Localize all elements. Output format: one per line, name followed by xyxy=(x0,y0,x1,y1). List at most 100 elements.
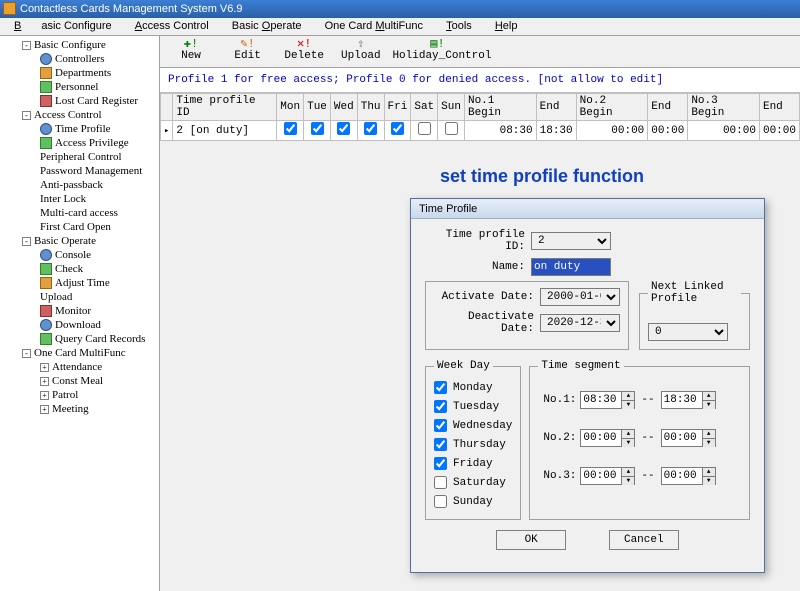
row-marker-icon: ▸ xyxy=(161,121,173,141)
annotation-heading: set time profile function xyxy=(440,166,644,187)
tree-personnel[interactable]: Personnel xyxy=(0,80,159,94)
lab-name: Name: xyxy=(425,261,525,273)
menu-one-card[interactable]: One Card MultiFunc xyxy=(315,18,433,34)
timeseg-group: Time segment No.1: ▲▼ -- ▲▼ No.2: ▲▼ -- … xyxy=(529,360,750,520)
tree-patrol[interactable]: +Patrol xyxy=(0,388,159,402)
app-icon xyxy=(3,2,16,15)
menu-tools[interactable]: Tools xyxy=(436,18,482,34)
grid-ck-wed[interactable] xyxy=(337,122,350,135)
tree-console[interactable]: Console xyxy=(0,248,159,262)
nav-tree: -Basic Configure Controllers Departments… xyxy=(0,36,160,591)
spin-down-icon: ▼ xyxy=(622,401,634,409)
grid-row[interactable]: ▸ 2 [on duty] 08:3018:30 00:0000:00 00:0… xyxy=(161,121,800,141)
cancel-button[interactable]: Cancel xyxy=(609,530,679,550)
lab-seg3: No.3: xyxy=(538,470,576,482)
menu-basic-configure[interactable]: Basic Configure xyxy=(4,18,122,34)
ck-mon[interactable] xyxy=(434,381,447,394)
tree-lost-card[interactable]: Lost Card Register xyxy=(0,94,159,108)
spin-up-icon: ▲ xyxy=(622,392,634,401)
seg1-start-spinner[interactable]: ▲▼ xyxy=(580,391,635,409)
tb-upload[interactable]: ⇪Upload xyxy=(336,38,386,62)
linked-legend: Next Linked Profile xyxy=(648,281,741,305)
window-title: Contactless Cards Management System V6.9 xyxy=(20,3,243,15)
calendar-icon: ▤! xyxy=(392,38,482,50)
lab-deactivate: Deactivate Date: xyxy=(434,311,534,335)
tree-first-card[interactable]: First Card Open xyxy=(0,220,159,234)
seg3-start-spinner[interactable]: ▲▼ xyxy=(580,467,635,485)
profile-grid: Time profile ID MonTue WedThu FriSat Sun… xyxy=(160,93,800,141)
pencil-icon: ✎! xyxy=(223,38,273,50)
plus-icon: ✚! xyxy=(166,38,216,50)
menu-basic-operate[interactable]: Basic Operate xyxy=(222,18,312,34)
tree-upload[interactable]: Upload xyxy=(0,290,159,304)
dates-group: Activate Date: 2000-01-01 Deactivate Dat… xyxy=(425,281,629,350)
time-profile-dialog: Time Profile Time profile ID: 2 Name: Ac… xyxy=(410,198,765,573)
tree-departments[interactable]: Departments xyxy=(0,66,159,80)
tree-basic-configure[interactable]: -Basic Configure xyxy=(0,38,159,52)
weekday-group: Week Day Monday Tuesday Wednesday Thursd… xyxy=(425,360,521,520)
tb-new[interactable]: ✚!New xyxy=(166,38,216,62)
ck-tue[interactable] xyxy=(434,400,447,413)
linked-group: Next Linked Profile 0 xyxy=(639,281,750,350)
seg2-start-spinner[interactable]: ▲▼ xyxy=(580,429,635,447)
tree-inter-lock[interactable]: Inter Lock xyxy=(0,192,159,206)
tree-time-profile[interactable]: Time Profile xyxy=(0,122,159,136)
tb-delete[interactable]: ✕!Delete xyxy=(279,38,329,62)
ok-button[interactable]: OK xyxy=(496,530,566,550)
tb-edit[interactable]: ✎!Edit xyxy=(223,38,273,62)
tree-password-mgmt[interactable]: Password Management xyxy=(0,164,159,178)
x-icon: ✕! xyxy=(279,38,329,50)
grid-header-row: Time profile ID MonTue WedThu FriSat Sun… xyxy=(161,94,800,121)
weekday-legend: Week Day xyxy=(434,360,493,372)
ck-thu[interactable] xyxy=(434,438,447,451)
ck-sun[interactable] xyxy=(434,495,447,508)
tree-access-privilege[interactable]: Access Privilege xyxy=(0,136,159,150)
tree-check[interactable]: Check xyxy=(0,262,159,276)
deactivate-date-select[interactable]: 2020-12-31 xyxy=(540,314,620,332)
menu-bar: Basic Configure Access Control Basic Ope… xyxy=(0,18,800,36)
ck-fri[interactable] xyxy=(434,457,447,470)
dialog-title: Time Profile xyxy=(411,199,764,219)
window-titlebar: Contactless Cards Management System V6.9 xyxy=(0,0,800,18)
tree-download[interactable]: Download xyxy=(0,318,159,332)
grid-ck-mon[interactable] xyxy=(284,122,297,135)
grid-ck-thu[interactable] xyxy=(364,122,377,135)
menu-help[interactable]: Help xyxy=(485,18,528,34)
lab-profile-id: Time profile ID: xyxy=(425,229,525,253)
lab-seg2: No.2: xyxy=(538,432,576,444)
tree-query[interactable]: Query Card Records xyxy=(0,332,159,346)
timeseg-legend: Time segment xyxy=(538,360,623,372)
lab-seg1: No.1: xyxy=(538,394,576,406)
seg2-end-spinner[interactable]: ▲▼ xyxy=(661,429,716,447)
upload-icon: ⇪ xyxy=(336,38,386,50)
tree-one-card[interactable]: -One Card MultiFunc xyxy=(0,346,159,360)
info-note: Profile 1 for free access; Profile 0 for… xyxy=(160,68,800,93)
tree-monitor[interactable]: Monitor xyxy=(0,304,159,318)
linked-select[interactable]: 0 xyxy=(648,323,728,341)
tree-meeting[interactable]: +Meeting xyxy=(0,402,159,416)
tree-adjust-time[interactable]: Adjust Time xyxy=(0,276,159,290)
tree-controllers[interactable]: Controllers xyxy=(0,52,159,66)
tree-basic-operate[interactable]: -Basic Operate xyxy=(0,234,159,248)
tb-holiday[interactable]: ▤!Holiday_Control xyxy=(392,38,482,62)
profile-id-select[interactable]: 2 xyxy=(531,232,611,250)
grid-ck-fri[interactable] xyxy=(391,122,404,135)
seg1-end-spinner[interactable]: ▲▼ xyxy=(661,391,716,409)
activate-date-select[interactable]: 2000-01-01 xyxy=(540,288,620,306)
name-input[interactable] xyxy=(531,258,611,276)
toolbar: ✚!New ✎!Edit ✕!Delete ⇪Upload ▤!Holiday_… xyxy=(160,36,800,68)
tree-multi-card[interactable]: Multi-card access xyxy=(0,206,159,220)
ck-sat[interactable] xyxy=(434,476,447,489)
grid-ck-sun[interactable] xyxy=(445,122,458,135)
tree-attendance[interactable]: +Attendance xyxy=(0,360,159,374)
grid-ck-sat[interactable] xyxy=(418,122,431,135)
seg3-end-spinner[interactable]: ▲▼ xyxy=(661,467,716,485)
menu-access-control[interactable]: Access Control xyxy=(125,18,219,34)
lab-activate: Activate Date: xyxy=(434,291,534,303)
tree-access-control[interactable]: -Access Control xyxy=(0,108,159,122)
tree-anti-passback[interactable]: Anti-passback xyxy=(0,178,159,192)
grid-ck-tue[interactable] xyxy=(311,122,324,135)
tree-const-meal[interactable]: +Const Meal xyxy=(0,374,159,388)
tree-peripheral[interactable]: Peripheral Control xyxy=(0,150,159,164)
ck-wed[interactable] xyxy=(434,419,447,432)
